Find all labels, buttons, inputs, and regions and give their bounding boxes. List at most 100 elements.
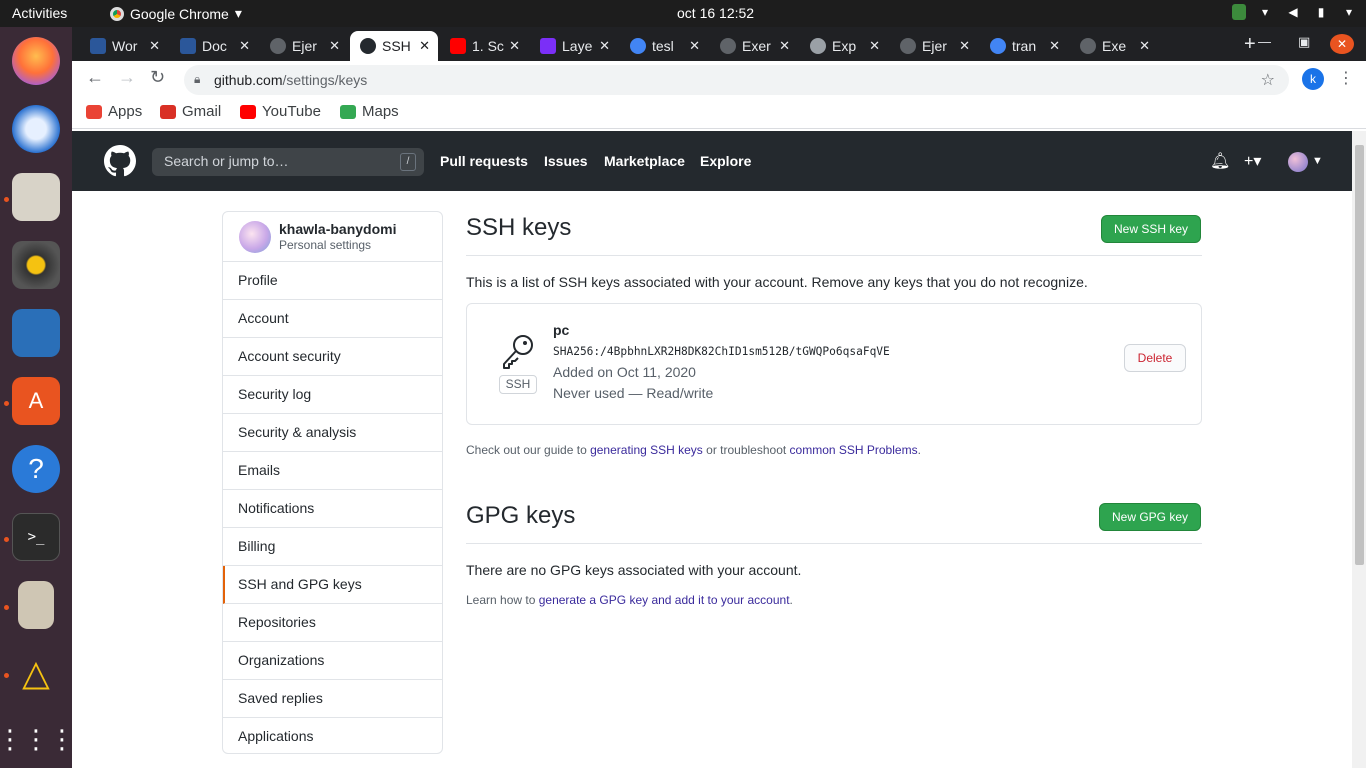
new-gpg-key-button[interactable]: New GPG key [1099,503,1202,531]
bookmark-youtube[interactable]: YouTube [240,103,321,120]
browser-tab[interactable]: tesl ✕ [620,31,708,61]
bookmark-maps[interactable]: Maps [340,103,399,120]
browser-tab[interactable]: Laye ✕ [530,31,618,61]
page-scrollbar[interactable] [1352,131,1366,768]
files-icon[interactable] [12,173,60,221]
browser-tab[interactable]: tran ✕ [980,31,1068,61]
writer-icon[interactable] [12,309,60,357]
sidebar-item-repositories[interactable]: Repositories [223,604,442,642]
avatar[interactable] [239,221,271,253]
profile-avatar[interactable]: k [1302,68,1324,90]
delete-key-button[interactable]: Delete [1124,344,1186,372]
shield-icon[interactable] [1232,4,1246,20]
bookmark-label: YouTube [262,103,321,120]
minimize-icon[interactable]: — [1258,34,1271,49]
browser-tab[interactable]: Exe ✕ [1070,31,1158,61]
nav-pull-requests[interactable]: Pull requests [440,153,528,169]
close-icon[interactable]: ✕ [329,38,340,54]
sidebar-item-emails[interactable]: Emails [223,452,442,490]
thunderbird-icon[interactable] [12,105,60,153]
close-icon[interactable]: ✕ [689,38,700,54]
sidebar-item-notifications[interactable]: Notifications [223,490,442,528]
nav-marketplace[interactable]: Marketplace [604,153,685,169]
terminal-icon[interactable]: >_ [12,513,60,561]
archive-icon[interactable] [18,581,54,629]
browser-tab[interactable]: Ejer ✕ [260,31,348,61]
close-icon[interactable]: ✕ [149,38,160,54]
app-grid-icon[interactable]: ⋮⋮⋮ [0,715,75,763]
clock[interactable]: oct 16 12:52 [677,5,754,21]
close-icon[interactable]: ✕ [239,38,250,54]
volume-icon[interactable]: ◀ [1284,3,1302,21]
browser-tab[interactable]: Ejer ✕ [890,31,978,61]
tab-title: SSH [382,38,411,54]
sidebar-item-saved-replies[interactable]: Saved replies [223,680,442,718]
tab-title: Exer [742,38,771,54]
common-ssh-problems-link[interactable]: common SSH Problems [790,443,918,457]
help-icon[interactable]: ? [12,445,60,493]
firefox-icon[interactable] [12,37,60,85]
close-icon[interactable]: ✕ [1139,38,1150,54]
system-tray[interactable]: ▾ ◀ ▮ ▾ [1232,3,1358,21]
generate-gpg-key-link[interactable]: generate a GPG key and add it to your ac… [539,593,790,607]
bookmark-star-icon[interactable]: ☆ [1261,70,1275,90]
nav-issues[interactable]: Issues [544,153,588,169]
prism-icon[interactable]: △ [12,649,60,697]
browser-tab[interactable]: Exp ✕ [800,31,888,61]
wifi-icon[interactable]: ▾ [1256,3,1274,21]
sidebar-item-security-analysis[interactable]: Security & analysis [223,414,442,452]
battery-icon[interactable]: ▮ [1312,3,1330,21]
sidebar-item-organizations[interactable]: Organizations [223,642,442,680]
sidebar-item-ssh-and-gpg-keys[interactable]: SSH and GPG keys [223,566,442,604]
sidebar-item-account-security[interactable]: Account security [223,338,442,376]
browser-tab[interactable]: SSH ✕ [350,31,438,61]
app-name: Google Chrome [130,5,229,22]
bell-icon[interactable]: 🔔︎ [1210,151,1230,171]
activities-button[interactable]: Activities [12,5,67,21]
browser-tab[interactable]: Wor ✕ [80,31,168,61]
reload-icon[interactable]: ↻ [150,67,165,88]
close-icon[interactable]: ✕ [419,38,430,54]
search-input[interactable]: Search or jump to… / [152,148,424,176]
kebab-menu-icon[interactable]: ⋮ [1338,68,1354,88]
browser-tab[interactable]: Doc ✕ [170,31,258,61]
gear-icon [810,38,826,54]
new-ssh-key-button[interactable]: New SSH key [1101,215,1202,243]
nav-explore[interactable]: Explore [700,153,751,169]
sidebar-item-security-log[interactable]: Security log [223,376,442,414]
address-bar[interactable]: 🔒︎ github.com/settings/keys ☆ [184,65,1289,95]
browser-tab[interactable]: Exer ✕ [710,31,798,61]
username[interactable]: khawla-banydomi [279,221,396,237]
chevron-down-icon: ▾ [234,5,242,21]
application-dock: A ? >_ △ ⋮⋮⋮ [0,27,75,768]
scrollbar-thumb[interactable] [1355,145,1364,565]
sidebar-item-billing[interactable]: Billing [223,528,442,566]
close-icon[interactable]: ✕ [509,38,520,54]
close-icon[interactable]: ✕ [599,38,610,54]
software-center-icon[interactable]: A [12,377,60,425]
close-icon[interactable]: ✕ [869,38,880,54]
create-new-dropdown[interactable]: +▾ [1244,151,1261,171]
sidebar-item-account[interactable]: Account [223,300,442,338]
new-tab-button[interactable]: + [1244,33,1256,56]
close-icon[interactable]: ✕ [1049,38,1060,54]
rhythmbox-icon[interactable] [12,241,60,289]
close-icon[interactable]: ✕ [959,38,970,54]
github-logo-icon[interactable] [104,145,136,177]
forward-icon[interactable]: → [118,67,136,88]
close-icon[interactable]: ✕ [779,38,790,54]
bookmarks-bar: Apps Gmail YouTube Maps [72,97,1366,129]
chevron-down-icon[interactable]: ▼ [1312,155,1323,167]
back-icon[interactable]: ← [86,67,104,88]
user-avatar[interactable] [1288,152,1308,172]
power-icon[interactable]: ▾ [1340,3,1358,21]
browser-tab[interactable]: 1. Sc ✕ [440,31,528,61]
generating-ssh-keys-link[interactable]: generating SSH keys [590,443,703,457]
sidebar-item-applications[interactable]: Applications [223,718,442,756]
bookmark-apps[interactable]: Apps [86,103,142,120]
maximize-icon[interactable]: ▣ [1298,34,1310,50]
bookmark-gmail[interactable]: Gmail [160,103,221,120]
sidebar-item-profile[interactable]: Profile [223,262,442,300]
app-menu[interactable]: Google Chrome ▾ [110,5,242,22]
close-window-button[interactable]: ✕ [1330,34,1354,54]
